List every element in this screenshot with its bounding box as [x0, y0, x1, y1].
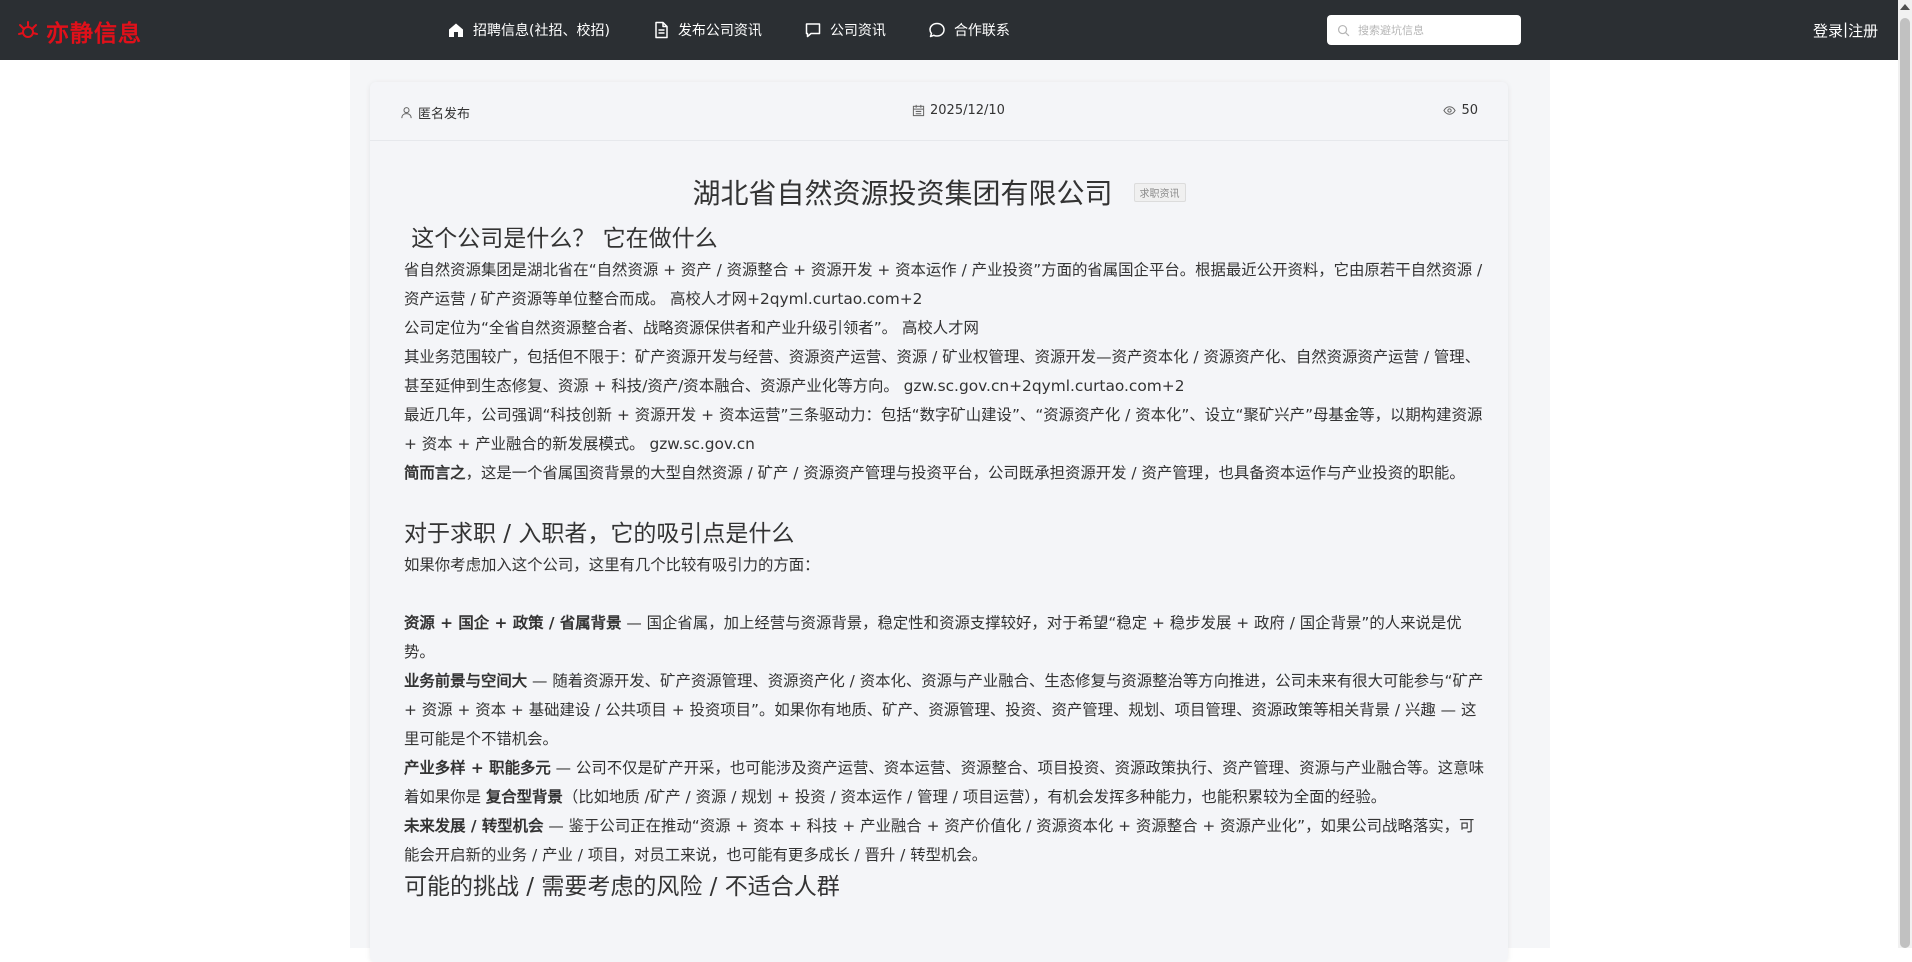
list-item: 未来发展 / 转型机会 — 鉴于公司正在推动“资源 + 资本 + 科技 + 产业…: [404, 812, 1484, 870]
date-text: 2025/12/10: [930, 103, 1005, 118]
bold-text: 业务前景与空间大: [404, 672, 528, 690]
document-icon: [655, 21, 668, 39]
logo-text: 亦静信息: [46, 21, 142, 47]
nav-item-label: 招聘信息(社招、校招): [473, 23, 610, 39]
section-heading: 这个公司是什么？ 它在做什么: [404, 226, 718, 252]
paragraph: 其业务范围较广，包括但不限于：矿产资源开发与经营、资源资产运营、资源 / 矿业权…: [404, 348, 1481, 395]
article-meta-bar: 匿名发布 2025/12/10 50: [370, 82, 1508, 141]
article-author: 匿名发布: [400, 103, 470, 122]
list-item: 资源 + 国企 + 政策 / 省属背景 — 国企省属，加上经营与资源背景，稳定性…: [404, 609, 1484, 667]
paragraph-text: — 鉴于公司正在推动“资源 + 资本 + 科技 + 产业融合 + 资产价值化 /…: [404, 817, 1475, 864]
search-box[interactable]: [1327, 15, 1521, 45]
list-item: 业务前景与空间大 — 随着资源开发、矿产资源管理、资源资产化 / 资本化、资源与…: [404, 667, 1484, 754]
article-date: 2025/12/10: [912, 103, 1005, 118]
nav-item-contact[interactable]: 合作联系: [928, 20, 1010, 40]
home-icon: [449, 23, 463, 37]
paragraph: 公司定位为“全省自然资源整合者、战略资源保供者和产业升级引领者”。 高校人才网: [404, 319, 979, 337]
author-name: 匿名发布: [418, 107, 471, 122]
nav-item-label: 发布公司资讯: [677, 23, 762, 39]
paragraph-text: （比如地质 /矿产 / 资源 / 规划 + 投资 / 资本运作 / 管理 / 项…: [562, 788, 1387, 806]
paragraph-text: ，这是一个省属国资背景的大型自然资源 / 矿产 / 资源资产管理与投资平台，公司…: [465, 464, 1465, 482]
main-nav: 招聘信息(社招、校招) 发布公司资讯 公司资讯 合作联系: [447, 0, 1010, 60]
bold-text: 产业多样 + 职能多元: [404, 759, 551, 777]
article-card: 匿名发布 2025/12/10 50 湖北省自然资源投资集团有限公司 求职资讯 …: [370, 82, 1508, 962]
top-nav-bar: 亦静信息 招聘信息(社招、校招) 发布公司资讯 公司资讯 合作联系 搜索避坑信息…: [0, 0, 1898, 60]
chat-bubble-icon: [929, 22, 945, 38]
logo-icon: [18, 21, 38, 38]
paragraph: 简而言之，这是一个省属国资背景的大型自然资源 / 矿产 / 资源资产管理与投资平…: [404, 459, 1484, 488]
nav-item-label: 公司资讯: [829, 23, 886, 39]
paragraph: 最近几年，公司强调“科技创新 + 资源开发 + 资本运营”三条驱动力：包括“数字…: [404, 406, 1483, 453]
nav-item-jobs[interactable]: 招聘信息(社招、校招): [447, 20, 610, 40]
register-link[interactable]: 注册: [1848, 20, 1878, 41]
nav-item-label: 合作联系: [953, 23, 1010, 39]
eye-icon: [1443, 106, 1457, 115]
bold-text: 资源 + 国企 + 政策 / 省属背景: [404, 614, 622, 632]
search-icon: [1337, 24, 1350, 36]
bold-text: 未来发展 / 转型机会: [404, 817, 544, 835]
paragraph-text: — 随着资源开发、矿产资源管理、资源资产化 / 资本化、资源与产业融合、生态修复…: [404, 672, 1484, 748]
paragraph: 省自然资源集团是湖北省在“自然资源 + 资产 / 资源整合 + 资源开发 + 资…: [404, 261, 1483, 308]
views-count: 50: [1461, 103, 1478, 118]
user-icon: [401, 107, 412, 119]
bold-text: 复合型背景: [485, 788, 563, 806]
login-link[interactable]: 登录: [1813, 20, 1843, 41]
section-heading: 可能的挑战 / 需要考虑的风险 / 不适合人群: [404, 874, 840, 900]
calendar-icon: [912, 104, 925, 117]
nav-item-publish-news[interactable]: 发布公司资讯: [652, 20, 762, 40]
search-input[interactable]: [1356, 22, 1510, 38]
auth-links: 登录 | 注册: [1813, 20, 1878, 41]
article-title: 湖北省自然资源投资集团有限公司: [692, 177, 1113, 210]
bold-text: 简而言之: [404, 464, 466, 482]
site-logo[interactable]: 亦静信息: [16, 14, 142, 48]
article-body: 这个公司是什么？ 它在做什么 省自然资源集团是湖北省在“自然资源 + 资产 / …: [404, 222, 1484, 904]
category-tag[interactable]: 求职资讯: [1133, 182, 1186, 202]
list-item: 产业多样 + 职能多元 — 公司不仅是矿产开采，也可能涉及资产运营、资本运营、资…: [404, 754, 1484, 812]
article-views: 50: [1443, 103, 1478, 118]
scrollbar-thumb[interactable]: [1900, 18, 1910, 948]
nav-item-company-news[interactable]: 公司资讯: [804, 20, 886, 40]
scroll-up-arrow-icon[interactable]: [1900, 4, 1910, 10]
chat-square-icon: [805, 23, 821, 38]
section-heading: 对于求职 / 入职者，它的吸引点是什么: [404, 521, 795, 547]
article-title-row: 湖北省自然资源投资集团有限公司 求职资讯: [370, 172, 1508, 212]
paragraph: 如果你考虑加入这个公司，这里有几个比较有吸引力的方面：: [404, 556, 820, 574]
